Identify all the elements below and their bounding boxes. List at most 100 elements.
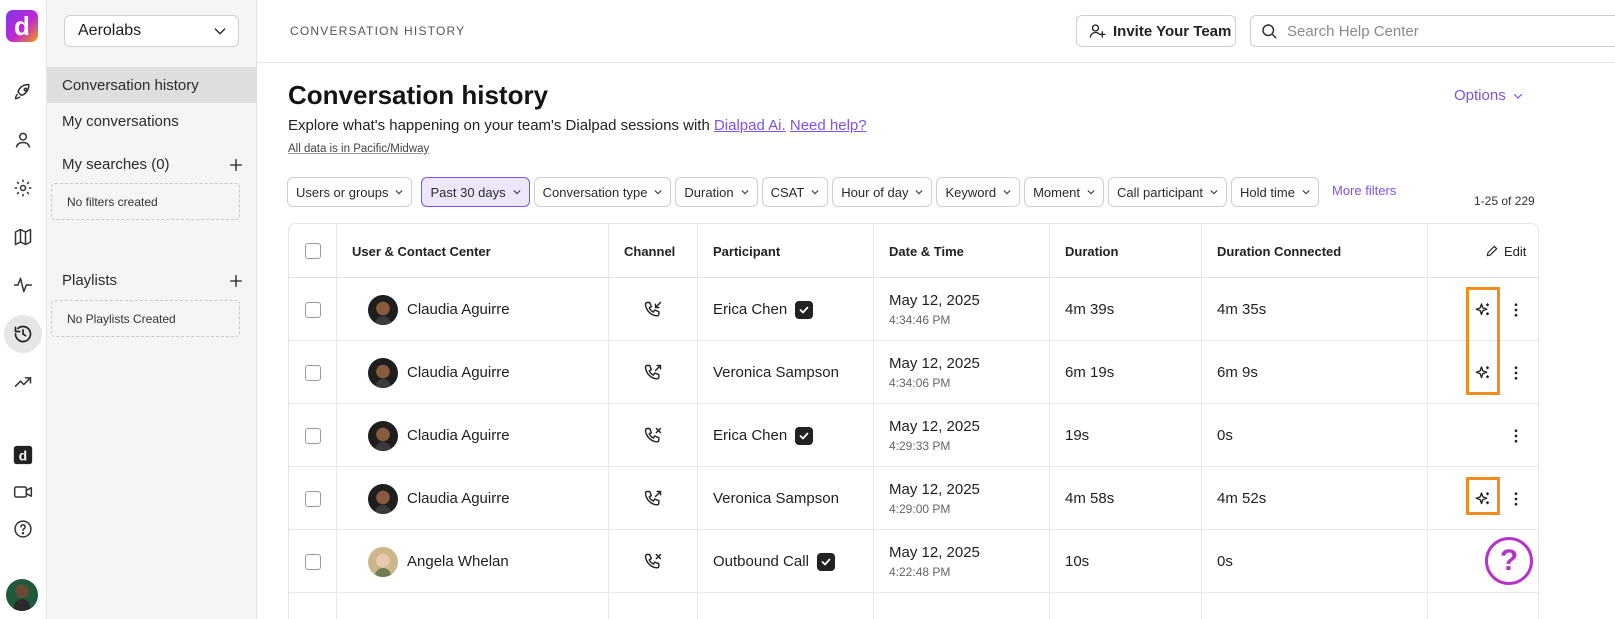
add-search-icon[interactable]: [228, 157, 244, 173]
history-icon[interactable]: [4, 315, 42, 353]
column-header-duration[interactable]: Duration: [1065, 224, 1118, 278]
row-more-menu-icon[interactable]: [1504, 487, 1528, 511]
verified-check-icon: [795, 300, 814, 319]
column-header-duration-connected[interactable]: Duration Connected: [1217, 224, 1341, 278]
user-name: Angela Whelan: [407, 553, 509, 570]
invite-team-label: Invite Your Team: [1113, 22, 1232, 40]
help-search-input[interactable]: [1287, 22, 1587, 40]
duration-connected-value: 0s: [1217, 553, 1233, 570]
row-checkbox[interactable]: [305, 364, 321, 381]
timezone-note[interactable]: All data is in Pacific/Midway: [288, 143, 429, 155]
activity-icon[interactable]: [10, 272, 36, 298]
row-checkbox[interactable]: [305, 301, 321, 318]
participant-cell[interactable]: Erica Chen: [713, 278, 814, 341]
trending-up-icon[interactable]: [10, 369, 36, 395]
table-header: User & Contact Center Channel Participan…: [289, 224, 1538, 278]
row-checkbox[interactable]: [305, 553, 321, 570]
user-cell[interactable]: Claudia Aguirre: [368, 341, 510, 404]
need-help-link[interactable]: Need help?: [790, 117, 867, 134]
channel-cell: [643, 530, 663, 593]
person-add-icon: [1088, 22, 1106, 40]
participant-cell[interactable]: Veronica Sampson: [713, 341, 839, 404]
row-more-menu-icon[interactable]: [1504, 298, 1528, 322]
edit-columns-button[interactable]: Edit: [1485, 224, 1526, 278]
participant-cell[interactable]: Veronica Sampson: [713, 467, 839, 530]
row-checkbox[interactable]: [305, 427, 321, 444]
options-label: Options: [1454, 87, 1506, 104]
table-row[interactable]: Claudia Aguirre Veronica Sampson May 12, 2…: [289, 467, 1538, 530]
filter-duration[interactable]: Duration: [675, 177, 758, 207]
filter-conversation-type[interactable]: Conversation type: [533, 177, 672, 207]
call-date: May 12, 2025: [889, 480, 980, 498]
person-icon[interactable]: [10, 127, 36, 153]
filter-label: Keyword: [945, 184, 997, 200]
call-time: 4:29:00 PM: [889, 501, 951, 516]
row-checkbox[interactable]: [305, 490, 321, 507]
row-more-menu-icon[interactable]: [1504, 424, 1528, 448]
duration-cell: 19s: [1065, 404, 1089, 467]
duration-value: 10s: [1065, 553, 1090, 570]
dialpad-ai-link[interactable]: Dialpad Ai.: [714, 117, 786, 134]
outbound-call-icon: [643, 489, 663, 509]
searches-empty-state: No filters created: [51, 183, 240, 220]
rocket-icon[interactable]: [10, 79, 36, 105]
add-playlist-icon[interactable]: [228, 273, 244, 289]
options-menu-button[interactable]: Options: [1454, 87, 1524, 104]
filter-label: CSAT: [770, 184, 805, 200]
dialpad-logo[interactable]: d: [6, 10, 38, 42]
filter-hour-of-day[interactable]: Hour of day: [832, 177, 933, 207]
conversation-table: User & Contact Center Channel Participan…: [288, 223, 1539, 619]
table-row[interactable]: Claudia Aguirre Veronica Sampson May 12, 2…: [289, 341, 1538, 404]
table-row[interactable]: Claudia Aguirre Erica Chen May 12, 2025 4:3…: [289, 278, 1538, 341]
row-more-menu-icon[interactable]: [1504, 361, 1528, 385]
filter-call-participant[interactable]: Call participant: [1108, 177, 1228, 207]
call-time: 4:29:33 PM: [889, 438, 951, 453]
missed-call-icon: [643, 552, 663, 572]
video-icon[interactable]: [10, 479, 36, 505]
filter-label: Moment: [1033, 184, 1081, 200]
org-name: Aerolabs: [78, 22, 142, 39]
table-row[interactable]: Angela Whelan Outbound Call May 12, 2025 4:…: [289, 530, 1538, 593]
table-row[interactable]: Claudia Aguirre Erica Chen May 12, 2025 4:2…: [289, 404, 1538, 467]
my-avatar[interactable]: [6, 579, 38, 611]
column-header-participant[interactable]: Participant: [713, 224, 780, 278]
filter-keyword[interactable]: Keyword: [936, 177, 1021, 207]
chevron-down-icon: [394, 187, 404, 197]
sidebar-item-my-conversations[interactable]: My conversations: [47, 103, 257, 139]
user-cell[interactable]: Claudia Aguirre: [368, 467, 510, 530]
column-header-date-time[interactable]: Date & Time: [889, 224, 964, 278]
participant-name: Outbound Call: [713, 553, 809, 570]
participant-cell[interactable]: Outbound Call: [713, 530, 835, 593]
participant-cell[interactable]: Erica Chen: [713, 404, 814, 467]
filter-csat[interactable]: CSAT: [761, 177, 829, 207]
gear-icon[interactable]: [10, 175, 36, 201]
result-count: 1-25 of 229: [1474, 194, 1535, 208]
verified-check-icon: [795, 426, 814, 445]
sidebar-item-conversation-history[interactable]: Conversation history: [47, 67, 257, 103]
duration-connected-cell: 4m 35s: [1217, 278, 1266, 341]
filter-moment[interactable]: Moment: [1024, 177, 1105, 207]
user-cell[interactable]: Claudia Aguirre: [368, 278, 510, 341]
more-filters-link[interactable]: More filters: [1332, 183, 1396, 198]
map-icon[interactable]: [10, 224, 36, 250]
dialpad-app-icon[interactable]: d: [10, 442, 36, 468]
filter-hold-time[interactable]: Hold time: [1231, 177, 1319, 207]
help-fab-button[interactable]: ?: [1485, 537, 1533, 585]
row-select-cell: [305, 278, 321, 341]
filter-label: Call participant: [1117, 184, 1204, 200]
duration-value: 4m 39s: [1065, 301, 1115, 318]
duration-connected-value: 6m 9s: [1217, 364, 1258, 381]
participant-name: Erica Chen: [713, 301, 788, 318]
select-all-checkbox[interactable]: [305, 243, 321, 259]
filter-date-range[interactable]: Past 30 days: [421, 177, 530, 207]
column-header-user[interactable]: User & Contact Center: [352, 224, 491, 278]
sidebar-item-label: My conversations: [62, 112, 179, 130]
filter-users-or-groups[interactable]: Users or groups: [287, 177, 413, 207]
column-header-channel[interactable]: Channel: [624, 224, 675, 278]
org-selector[interactable]: Aerolabs: [64, 15, 239, 47]
invite-team-button[interactable]: Invite Your Team: [1076, 15, 1236, 47]
user-cell[interactable]: Claudia Aguirre: [368, 404, 510, 467]
app-rail: d d: [0, 0, 47, 619]
user-cell[interactable]: Angela Whelan: [368, 530, 509, 593]
help-circle-icon[interactable]: [10, 516, 36, 542]
